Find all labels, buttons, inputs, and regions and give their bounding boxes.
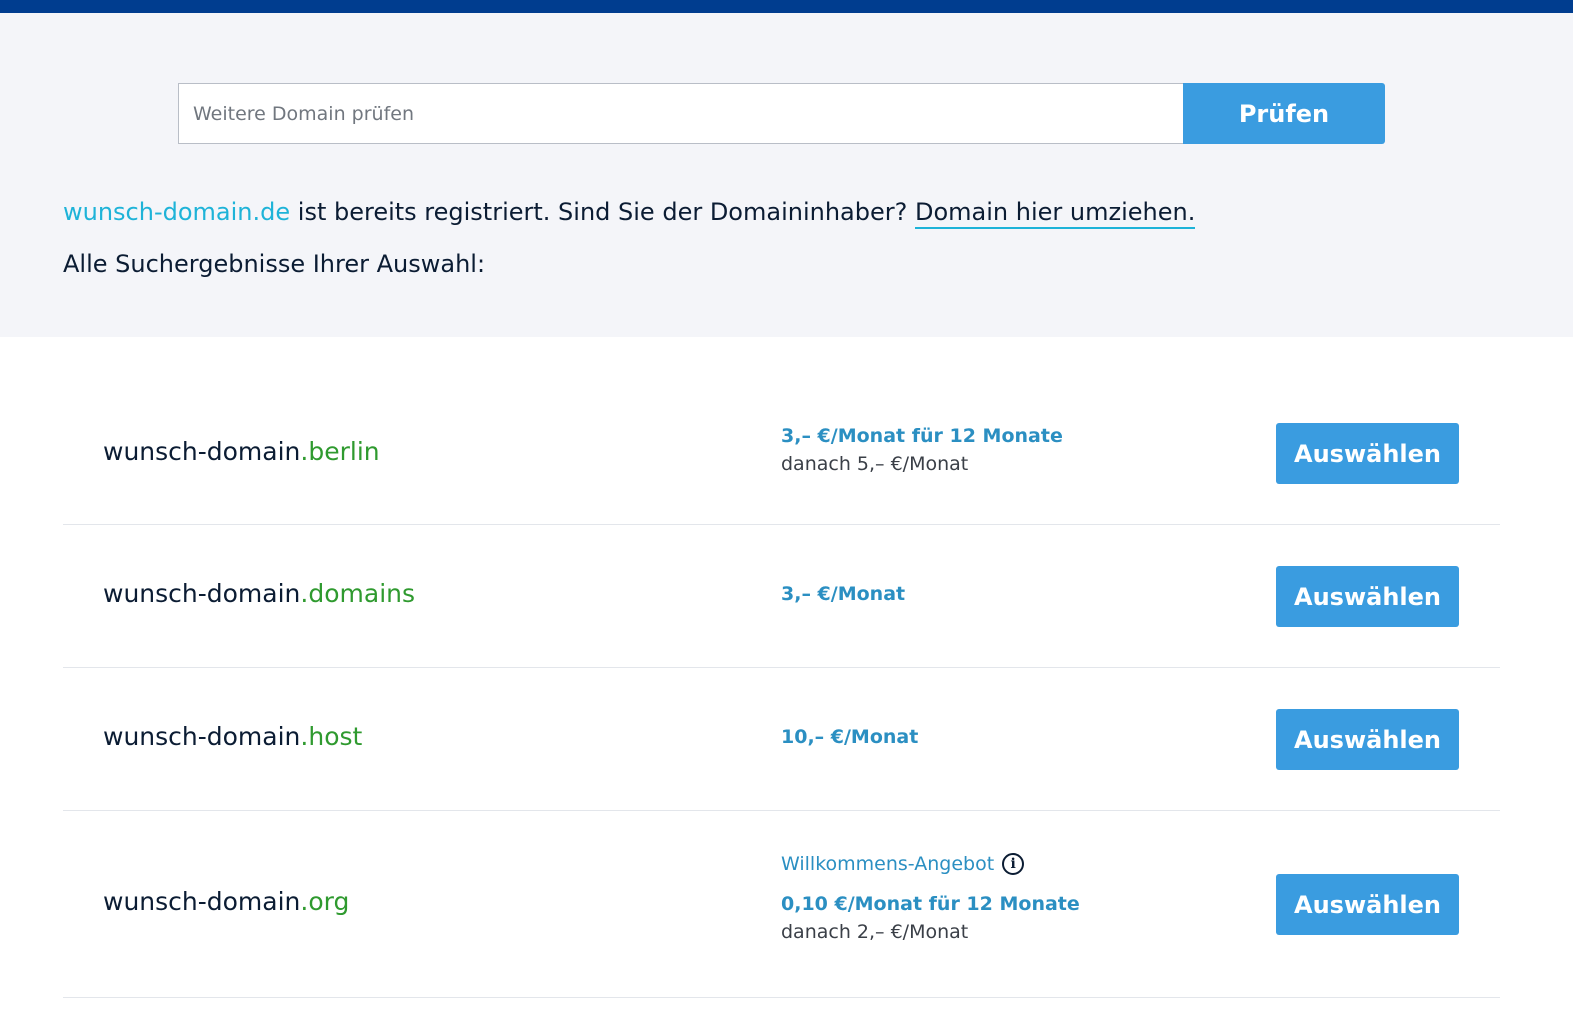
price-main: 3,– €/Monat (781, 583, 906, 605)
results-heading: Alle Suchergebnisse Ihrer Auswahl: (63, 250, 486, 278)
status-text: ist bereits registriert. Sind Sie der Do… (290, 198, 915, 226)
select-domain-button[interactable]: Auswählen (1276, 423, 1459, 484)
domain-name: wunsch-domain.berlin (103, 437, 380, 466)
price-block: Willkommens-Angebot i 0,10 €/Monat für 1… (781, 853, 1080, 943)
domain-search-form: Prüfen (178, 83, 1385, 144)
domain-name: wunsch-domain.org (103, 887, 349, 916)
domain-base: wunsch-domain (103, 887, 301, 916)
domain-status-message: wunsch-domain.de ist bereits registriert… (63, 196, 1196, 229)
domain-search-input[interactable] (178, 83, 1183, 144)
domain-base: wunsch-domain (103, 722, 301, 751)
price-block: 3,– €/Monat für 12 Monate danach 5,– €/M… (781, 425, 1063, 475)
domain-tld: .berlin (300, 437, 380, 466)
result-row: wunsch-domain.org Willkommens-Angebot i … (63, 811, 1500, 998)
price-main: 10,– €/Monat (781, 726, 919, 748)
searched-domain[interactable]: wunsch-domain.de (63, 198, 290, 226)
price-block: 3,– €/Monat (781, 583, 905, 605)
domain-base: wunsch-domain (103, 437, 301, 466)
select-domain-button[interactable]: Auswählen (1276, 709, 1459, 770)
info-icon[interactable]: i (1002, 853, 1025, 875)
welcome-offer: Willkommens-Angebot i (781, 853, 1080, 875)
result-row: wunsch-domain.domains 3,– €/Monat Auswäh… (63, 525, 1500, 668)
select-domain-button[interactable]: Auswählen (1276, 874, 1459, 935)
price-block: 10,– €/Monat (781, 726, 918, 748)
check-domain-button[interactable]: Prüfen (1183, 83, 1385, 144)
transfer-domain-link[interactable]: Domain hier umziehen. (914, 198, 1196, 229)
domain-name: wunsch-domain.domains (103, 579, 415, 608)
domain-tld: .org (300, 887, 350, 916)
welcome-offer-label: Willkommens-Angebot (781, 853, 995, 875)
price-main: 0,10 €/Monat für 12 Monate (781, 893, 1080, 915)
domain-tld: .host (300, 722, 363, 751)
result-row: wunsch-domain.host 10,– €/Monat Auswähle… (63, 668, 1500, 811)
select-domain-button[interactable]: Auswählen (1276, 566, 1459, 627)
price-after: danach 5,– €/Monat (781, 453, 969, 475)
search-hero: Prüfen wunsch-domain.de ist bereits regi… (0, 13, 1573, 337)
price-main: 3,– €/Monat für 12 Monate (781, 425, 1063, 447)
domain-results-list: wunsch-domain.berlin 3,– €/Monat für 12 … (63, 382, 1500, 998)
domain-name: wunsch-domain.host (103, 722, 362, 751)
result-row: wunsch-domain.berlin 3,– €/Monat für 12 … (63, 382, 1500, 525)
top-brand-bar (0, 0, 1573, 13)
domain-tld: .domains (300, 579, 416, 608)
price-after: danach 2,– €/Monat (781, 921, 969, 943)
domain-base: wunsch-domain (103, 579, 301, 608)
